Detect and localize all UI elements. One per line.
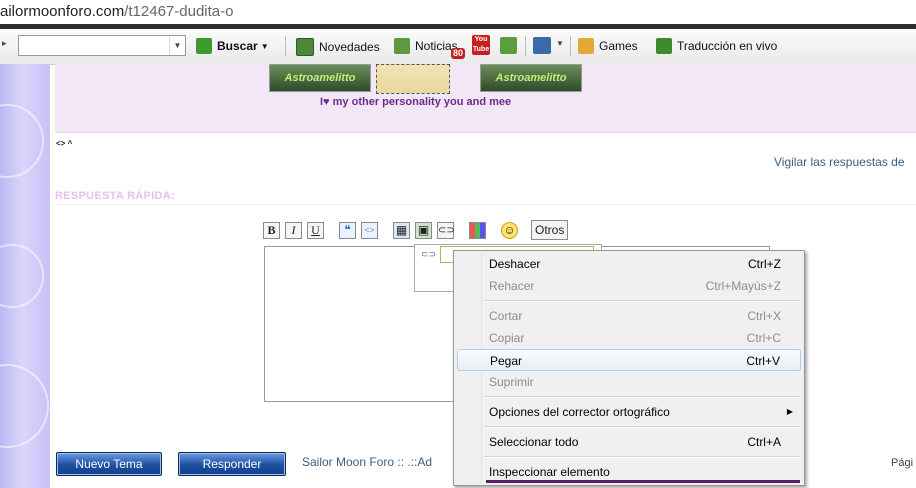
signature-text: I♥ my other personality you and mee <box>320 96 512 108</box>
menu-item-suprimir[interactable]: Suprimir <box>457 371 801 393</box>
menu-item-cortar[interactable]: Cortar Ctrl+X <box>457 305 801 327</box>
noticias-button[interactable]: Noticias <box>394 38 458 54</box>
watch-replies-link[interactable]: Vigilar las respuestas de <box>774 155 905 169</box>
chevron-down-icon[interactable]: ▼ <box>169 36 185 55</box>
rss-icon <box>394 38 410 54</box>
menu-item-shortcut: Ctrl+C <box>746 331 781 345</box>
menu-item-label: Opciones del corrector ortográfico <box>489 405 670 419</box>
chevron-down-icon: ▼ <box>260 41 269 51</box>
underline-decoration <box>486 480 800 483</box>
browser-toolbar: ▸ ▼ Buscar ▼ Novedades Noticias 80 You Tu… <box>0 29 916 65</box>
menu-item-shortcut: Ctrl+Mayús+Z <box>705 279 781 293</box>
news-icon <box>296 38 314 56</box>
menu-separator <box>484 456 800 458</box>
signature-image-right: Astroamelitto <box>480 64 582 92</box>
menu-separator <box>484 426 800 428</box>
novedades-button[interactable]: Novedades <box>296 38 380 56</box>
menu-item-shortcut: Ctrl+A <box>747 435 781 449</box>
link-icon: ⊂⊃ <box>421 249 437 259</box>
divider <box>55 204 916 205</box>
toolbar-separator <box>285 36 286 56</box>
menu-item-rehacer[interactable]: Rehacer Ctrl+Mayús+Z <box>457 275 801 297</box>
games-label: Games <box>599 39 638 53</box>
menu-item-label: Cortar <box>489 309 523 323</box>
underline-button[interactable]: U <box>307 222 324 239</box>
menu-item-label: Suprimir <box>489 375 534 389</box>
traduccion-button[interactable]: Traducción en vivo <box>656 38 777 54</box>
menu-item-copiar[interactable]: Copiar Ctrl+C <box>457 327 801 349</box>
chevron-down-icon[interactable]: ▼ <box>556 39 564 48</box>
menu-item-label: Seleccionar todo <box>489 435 579 449</box>
menu-separator <box>484 300 800 302</box>
url-text: ailormoonforo.com/t12467-dudita-o <box>0 3 234 20</box>
code-icon[interactable]: <> <box>361 222 378 239</box>
thumbs-up-icon[interactable] <box>500 37 517 54</box>
menu-item-shortcut: Ctrl+X <box>747 309 781 323</box>
translate-icon <box>656 38 672 54</box>
menu-item-deshacer[interactable]: Deshacer Ctrl+Z <box>457 253 801 275</box>
toolbar-search-input[interactable]: ▼ <box>18 35 186 56</box>
menu-item-seleccionar-todo[interactable]: Seleccionar todo Ctrl+A <box>457 431 801 453</box>
menu-item-shortcut: Ctrl+V <box>746 354 780 368</box>
menu-item-pegar[interactable]: Pegar Ctrl+V <box>457 349 801 371</box>
pagination-label: Pági <box>891 457 914 469</box>
bold-button[interactable]: B <box>263 222 280 239</box>
color-icon[interactable] <box>469 222 486 239</box>
games-button[interactable]: Games <box>578 38 638 54</box>
menu-item-label: Copiar <box>489 331 525 345</box>
signature-image-center <box>376 64 450 94</box>
toolbar-menu-icon[interactable]: ▸ <box>2 38 7 49</box>
menu-item-label: Rehacer <box>489 279 535 293</box>
left-decoration <box>0 64 50 488</box>
quick-reply-title: RESPUESTA RÁPIDA: <box>55 190 175 202</box>
image-icon[interactable]: ▣ <box>415 222 432 239</box>
link-icon[interactable]: ⊂⊃ <box>437 222 455 239</box>
smiley-icon[interactable]: ☺ <box>501 222 518 239</box>
menu-separator <box>484 396 800 398</box>
menu-item-label: Pegar <box>490 354 523 368</box>
games-icon <box>578 38 594 54</box>
signature-image-left: Astroamelitto <box>269 64 371 92</box>
table-icon[interactable]: ▦ <box>393 222 410 239</box>
search-go-icon <box>196 38 212 54</box>
menu-item-shortcut: Ctrl+Z <box>748 257 781 271</box>
quote-icon[interactable]: ❝ <box>339 222 356 239</box>
youtube-icon[interactable]: You Tube <box>472 35 490 55</box>
toolbar-separator <box>525 36 526 56</box>
post-tools[interactable]: <> ^ <box>56 139 72 148</box>
novedades-label: Novedades <box>319 40 380 54</box>
otros-button[interactable]: Otros <box>531 220 569 240</box>
traduccion-label: Traducción en vivo <box>677 39 778 53</box>
address-bar[interactable]: ailormoonforo.com/t12467-dudita-o <box>0 0 916 25</box>
submenu-arrow-icon: ▶ <box>786 407 793 416</box>
buscar-label: Buscar <box>217 39 258 53</box>
italic-button[interactable]: I <box>285 222 302 239</box>
notification-badge: 80 <box>451 48 466 59</box>
toolbar-separator <box>570 36 571 56</box>
reply-button[interactable]: Responder <box>178 452 286 476</box>
buscar-button[interactable]: Buscar ▼ <box>196 38 269 54</box>
menu-item-label: Deshacer <box>489 257 541 271</box>
disk-icon[interactable] <box>533 37 551 54</box>
context-menu: Deshacer Ctrl+Z Rehacer Ctrl+Mayús+Z Cor… <box>453 250 805 486</box>
breadcrumb[interactable]: Sailor Moon Foro :: .::Ad <box>302 455 432 469</box>
menu-item-corrector[interactable]: Opciones del corrector ortográfico ▶ <box>457 401 801 423</box>
new-topic-button[interactable]: Nuevo Tema <box>56 452 162 476</box>
